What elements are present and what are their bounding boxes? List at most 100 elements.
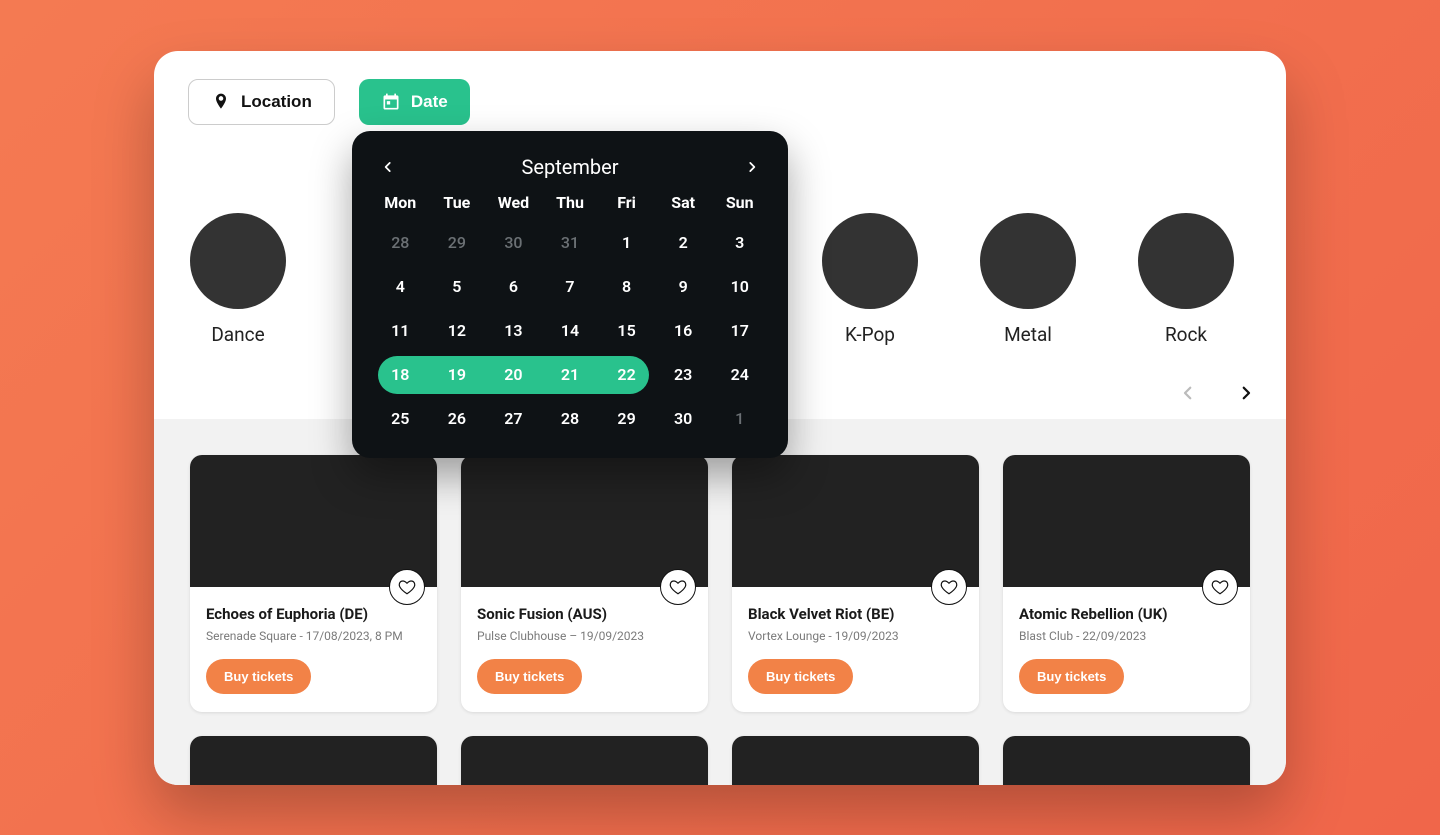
- event-cards-row-partial: [154, 712, 1286, 785]
- genre-label: Dance: [211, 323, 264, 346]
- event-card[interactable]: [190, 736, 437, 785]
- calendar-day[interactable]: 25: [372, 406, 429, 432]
- date-filter-label: Date: [411, 92, 448, 112]
- event-card[interactable]: Sonic Fusion (AUS) Pulse Clubhouse – 19/…: [461, 455, 708, 712]
- calendar-day[interactable]: 26: [429, 406, 486, 432]
- calendar-day[interactable]: 27: [485, 406, 542, 432]
- buy-tickets-button[interactable]: Buy tickets: [748, 659, 853, 694]
- calendar-day[interactable]: 29: [429, 230, 486, 256]
- calendar-day[interactable]: 5: [429, 274, 486, 300]
- calendar-day[interactable]: 23: [655, 362, 712, 388]
- app-window: Location Date s Dance K-Pop Metal Rock: [154, 51, 1286, 785]
- location-pin-icon: [211, 92, 231, 112]
- calendar-day[interactable]: 9: [655, 274, 712, 300]
- event-card[interactable]: Atomic Rebellion (UK) Blast Club - 22/09…: [1003, 455, 1250, 712]
- calendar-day[interactable]: 7: [542, 274, 599, 300]
- calendar-day[interactable]: 3: [711, 230, 768, 256]
- location-filter-button[interactable]: Location: [188, 79, 335, 125]
- calendar-day[interactable]: 1: [598, 230, 655, 256]
- calendar-day[interactable]: 6: [485, 274, 542, 300]
- calendar-day[interactable]: 21: [542, 362, 599, 388]
- genre-next-button[interactable]: [1234, 381, 1258, 405]
- genre-label: Metal: [1004, 323, 1052, 346]
- genre-avatar: [822, 213, 918, 309]
- event-cards-row: Echoes of Euphoria (DE) Serenade Square …: [154, 419, 1286, 712]
- calendar-dow: Wed: [485, 193, 542, 212]
- filter-bar: Location Date: [154, 51, 1286, 125]
- event-meta: Blast Club - 22/09/2023: [1019, 629, 1234, 643]
- event-meta: Vortex Lounge - 19/09/2023: [748, 629, 963, 643]
- calendar-day[interactable]: 30: [485, 230, 542, 256]
- calendar-day[interactable]: 18: [372, 362, 429, 388]
- calendar-day[interactable]: 29: [598, 406, 655, 432]
- calendar-day[interactable]: 17: [711, 318, 768, 344]
- event-card[interactable]: Echoes of Euphoria (DE) Serenade Square …: [190, 455, 437, 712]
- calendar-day[interactable]: 2: [655, 230, 712, 256]
- genre-carousel-nav: [1176, 381, 1258, 405]
- calendar-day[interactable]: 24: [711, 362, 768, 388]
- calendar-day[interactable]: 20: [485, 362, 542, 388]
- genre-avatar: [980, 213, 1076, 309]
- event-thumbnail: [461, 455, 708, 587]
- calendar-dow: Tue: [429, 193, 486, 212]
- event-card[interactable]: [461, 736, 708, 785]
- date-filter-button[interactable]: Date: [359, 79, 470, 125]
- location-filter-label: Location: [241, 92, 312, 112]
- event-title: Atomic Rebellion (UK): [1019, 605, 1234, 623]
- calendar-prev-month-button[interactable]: [376, 155, 400, 179]
- calendar-day[interactable]: 22: [598, 362, 655, 388]
- event-thumbnail: [190, 455, 437, 587]
- genre-label: K-Pop: [845, 323, 895, 346]
- calendar-day[interactable]: 16: [655, 318, 712, 344]
- buy-tickets-button[interactable]: Buy tickets: [206, 659, 311, 694]
- event-title: Black Velvet Riot (BE): [748, 605, 963, 623]
- calendar-day[interactable]: 30: [655, 406, 712, 432]
- calendar-day[interactable]: 28: [542, 406, 599, 432]
- event-card[interactable]: Black Velvet Riot (BE) Vortex Lounge - 1…: [732, 455, 979, 712]
- genre-item-metal[interactable]: Metal: [978, 213, 1078, 346]
- favorite-button[interactable]: [660, 569, 696, 605]
- calendar-day[interactable]: 8: [598, 274, 655, 300]
- calendar-day[interactable]: 11: [372, 318, 429, 344]
- date-picker-popover: September MonTueWedThuFriSatSun282930311…: [352, 131, 788, 458]
- calendar-month-label: September: [521, 155, 618, 179]
- calendar-day[interactable]: 12: [429, 318, 486, 344]
- calendar-day[interactable]: 13: [485, 318, 542, 344]
- calendar-day[interactable]: 28: [372, 230, 429, 256]
- favorite-button[interactable]: [931, 569, 967, 605]
- event-meta: Pulse Clubhouse – 19/09/2023: [477, 629, 692, 643]
- event-thumbnail: [1003, 455, 1250, 587]
- events-section: Echoes of Euphoria (DE) Serenade Square …: [154, 419, 1286, 785]
- calendar-dow: Sat: [655, 193, 712, 212]
- event-card[interactable]: [1003, 736, 1250, 785]
- buy-tickets-button[interactable]: Buy tickets: [1019, 659, 1124, 694]
- calendar-day[interactable]: 19: [429, 362, 486, 388]
- calendar-day[interactable]: 4: [372, 274, 429, 300]
- calendar-next-month-button[interactable]: [740, 155, 764, 179]
- calendar-icon: [381, 92, 401, 112]
- calendar-grid: MonTueWedThuFriSatSun2829303112345678910…: [372, 193, 768, 432]
- genre-prev-button[interactable]: [1176, 381, 1200, 405]
- event-thumbnail: [461, 736, 708, 785]
- event-title: Echoes of Euphoria (DE): [206, 605, 421, 623]
- calendar-dow: Mon: [372, 193, 429, 212]
- calendar-day[interactable]: 1: [711, 406, 768, 432]
- event-thumbnail: [732, 736, 979, 785]
- calendar-day[interactable]: 15: [598, 318, 655, 344]
- calendar-day[interactable]: 31: [542, 230, 599, 256]
- event-card[interactable]: [732, 736, 979, 785]
- favorite-button[interactable]: [1202, 569, 1238, 605]
- genre-avatar: [190, 213, 286, 309]
- genre-item-kpop[interactable]: K-Pop: [820, 213, 920, 346]
- calendar-day[interactable]: 10: [711, 274, 768, 300]
- buy-tickets-button[interactable]: Buy tickets: [477, 659, 582, 694]
- genre-avatar: [1138, 213, 1234, 309]
- calendar-dow: Fri: [598, 193, 655, 212]
- genre-item-dance[interactable]: Dance: [188, 213, 288, 346]
- favorite-button[interactable]: [389, 569, 425, 605]
- event-thumbnail: [1003, 736, 1250, 785]
- calendar-day[interactable]: 14: [542, 318, 599, 344]
- calendar-dow: Sun: [711, 193, 768, 212]
- genre-item-rock[interactable]: Rock: [1136, 213, 1236, 346]
- event-thumbnail: [190, 736, 437, 785]
